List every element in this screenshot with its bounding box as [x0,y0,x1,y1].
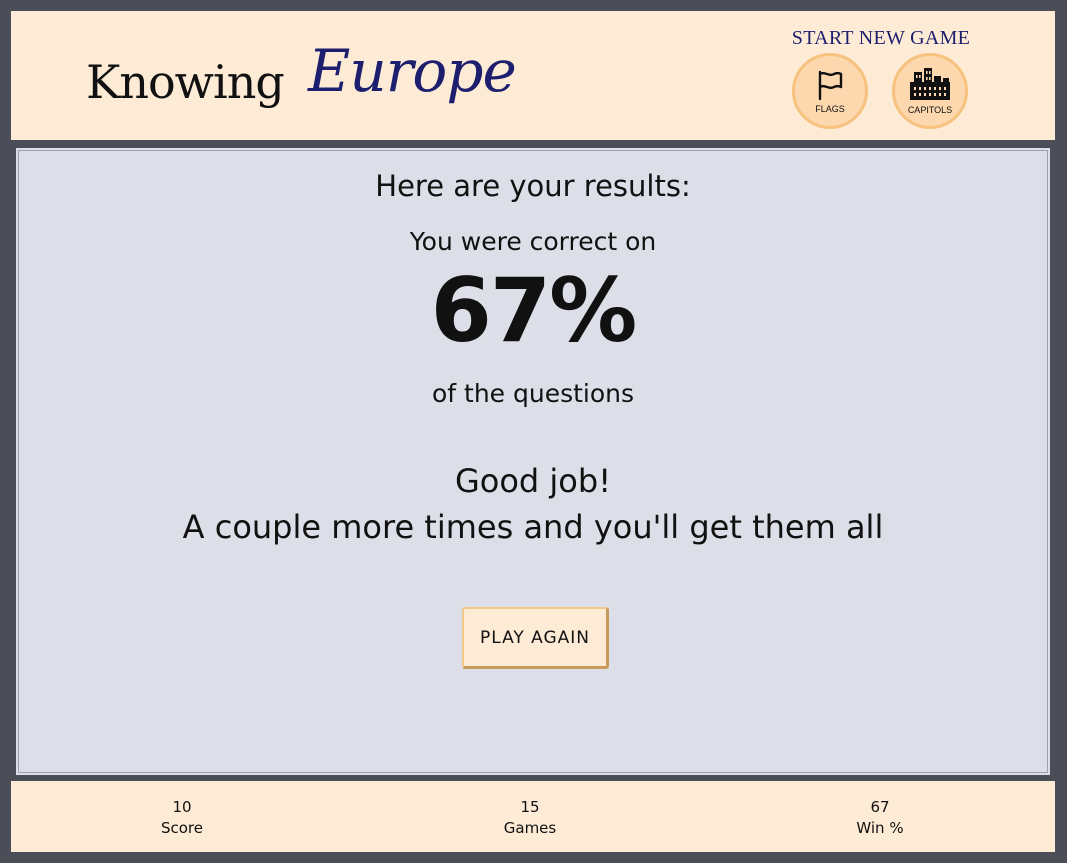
stat-win-label: Win % [856,819,904,837]
stat-score: 10 Score [102,797,262,839]
flags-mode-button[interactable]: FLAGS [792,53,868,129]
city-icon [908,67,952,102]
start-new-game-panel: START NEW GAME FLAGS CAPITOLS [786,27,986,129]
capitols-mode-label: CAPITOLS [907,104,953,115]
results-panel: Here are your results: You were correct … [14,146,1052,777]
stat-games: 15 Games [450,797,610,839]
stat-score-label: Score [160,819,203,837]
of-questions-text: of the questions [431,379,635,408]
result-message-line1: Good job! [454,462,612,500]
results-panel-inner: Here are your results: You were correct … [18,150,1048,773]
stats-footer: 10 Score 15 Games 67 Win % [11,781,1055,852]
flag-icon [814,69,846,101]
correct-on-text: You were correct on [409,227,657,256]
play-again-button[interactable]: PLAY AGAIN [462,607,609,669]
stat-score-value: 10 [172,798,192,816]
result-message: Good job! A couple more times and you'll… [19,458,1047,550]
stat-games-value: 15 [520,798,540,816]
percent-correct: 67% [430,259,638,362]
capitols-mode-button[interactable]: CAPITOLS [892,53,968,129]
stat-win-value: 67 [870,798,890,816]
header: Knowing Europe START NEW GAME FLAGS CAPI… [11,11,1055,140]
flags-mode-label: FLAGS [815,103,845,114]
results-heading: Here are your results: [375,169,691,203]
stat-games-label: Games [503,819,557,837]
stat-win-percent: 67 Win % [800,797,960,839]
logo-europe: Europe [308,37,517,105]
logo-knowing: Knowing [86,55,285,109]
start-new-game-title: START NEW GAME [791,27,971,49]
result-message-line2: A couple more times and you'll get them … [182,508,884,546]
